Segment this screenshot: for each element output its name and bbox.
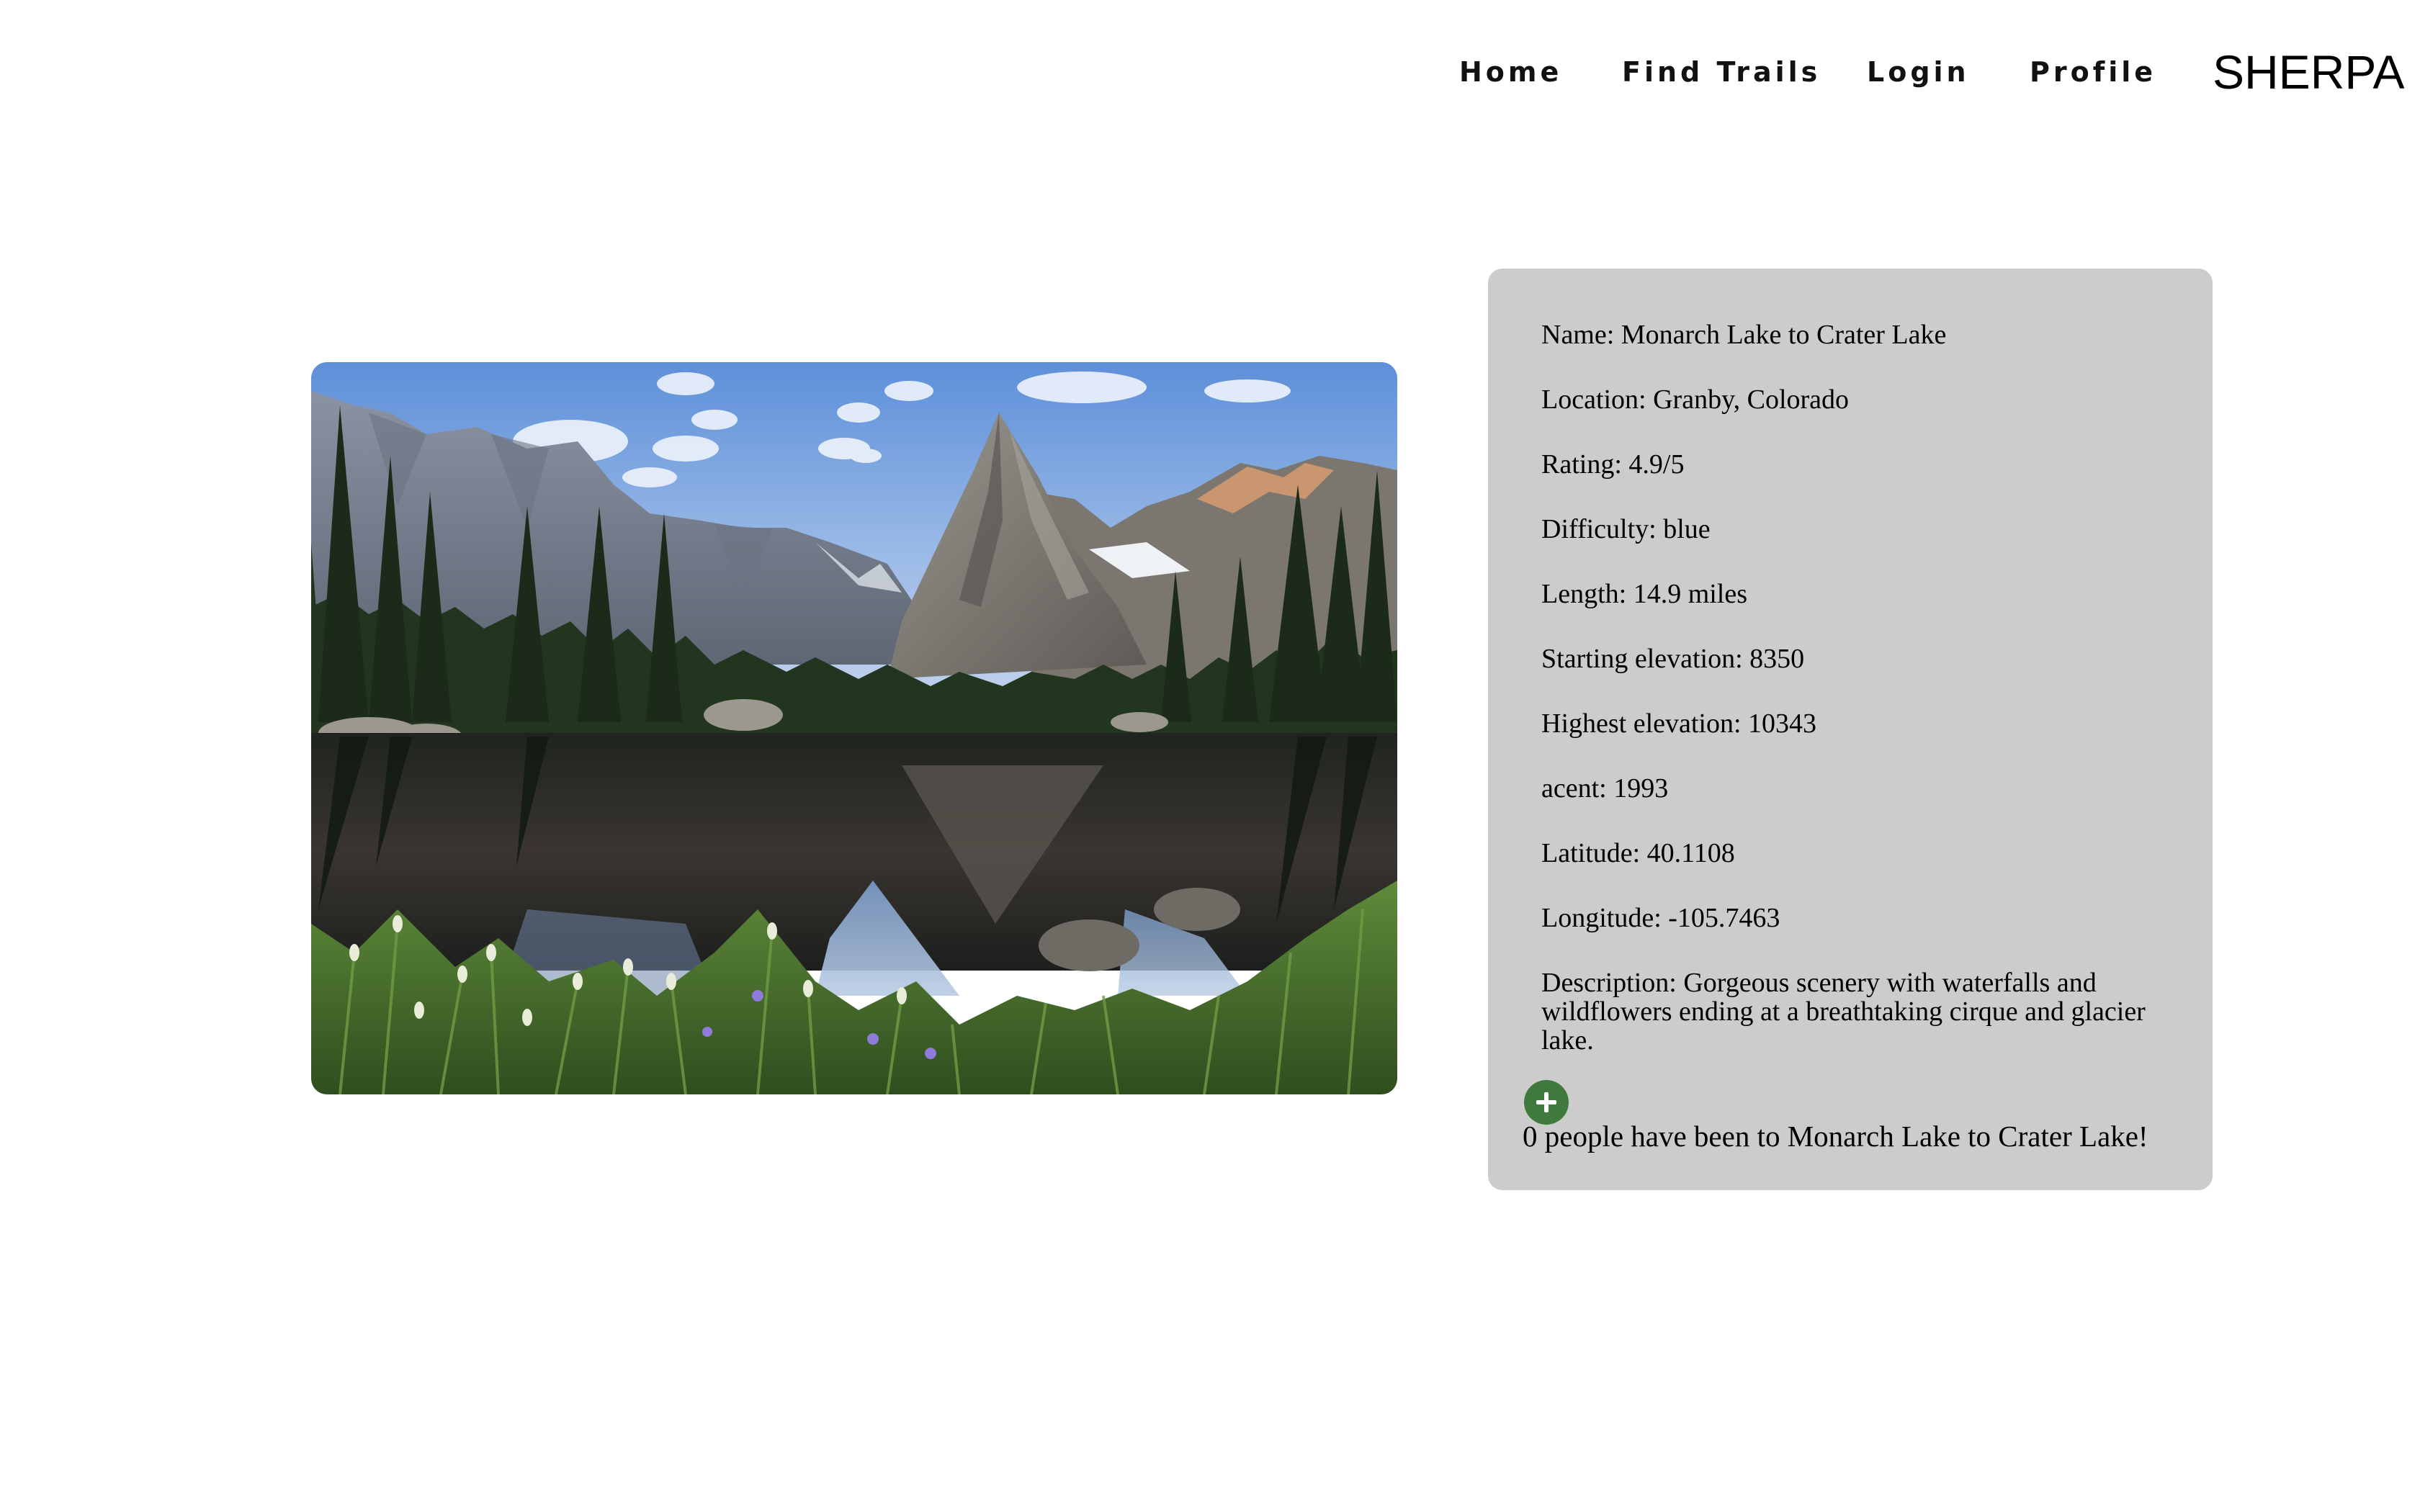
nav-find-trails-link[interactable]: Find Trails: [1622, 54, 1821, 90]
nav-profile-link[interactable]: Profile: [2030, 54, 2156, 90]
brand-logo[interactable]: SHERPA: [2213, 45, 2405, 99]
trail-name: Name: Monarch Lake to Crater Lake: [1541, 320, 1947, 350]
trail-ascent: acent: 1993: [1541, 773, 1669, 804]
trail-difficulty: Difficulty: blue: [1541, 514, 1711, 544]
trail-rating: Rating: 4.9/5: [1541, 449, 1685, 480]
plus-icon: [1536, 1092, 1556, 1112]
trail-starting-elevation: Starting elevation: 8350: [1541, 644, 1805, 674]
nav-login-link[interactable]: Login: [1867, 54, 1970, 90]
trail-latitude: Latitude: 40.1108: [1541, 838, 1735, 868]
add-visit-button[interactable]: [1524, 1080, 1569, 1125]
visitors-count-text: 0 people have been to Monarch Lake to Cr…: [1523, 1120, 2148, 1153]
trail-photo: [311, 362, 1397, 1094]
top-nav: Home Find Trails Login Profile SHERPA: [0, 0, 2420, 144]
trail-location: Location: Granby, Colorado: [1541, 384, 1850, 415]
trail-photo-illustration: [311, 362, 1397, 1094]
trail-highest-elevation: Highest elevation: 10343: [1541, 708, 1817, 739]
trail-info-card: Name: Monarch Lake to Crater Lake Locati…: [1488, 269, 2213, 1190]
trail-longitude: Longitude: -105.7463: [1541, 903, 1780, 933]
trail-description: Description: Gorgeous scenery with water…: [1541, 968, 2146, 1056]
nav-home-link[interactable]: Home: [1459, 54, 1562, 90]
trail-length: Length: 14.9 miles: [1541, 579, 1748, 609]
